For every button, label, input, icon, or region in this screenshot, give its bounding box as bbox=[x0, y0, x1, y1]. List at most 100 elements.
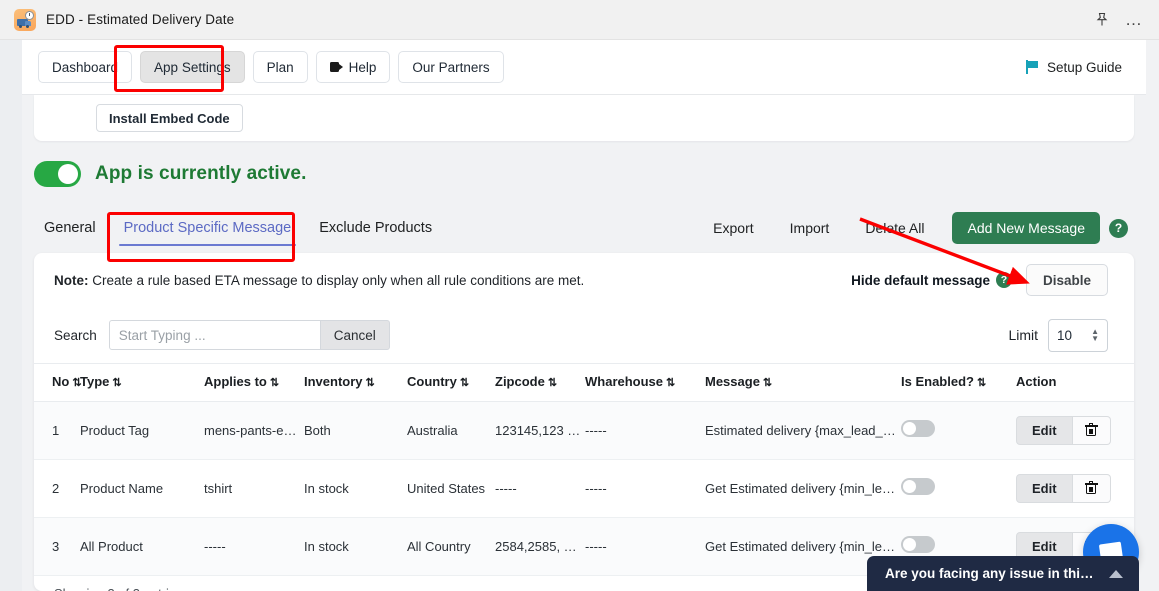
search-label: Search bbox=[54, 327, 97, 343]
nav-label: Our Partners bbox=[412, 59, 490, 75]
cell-country: All Country bbox=[407, 517, 495, 576]
col-applies-to[interactable]: Applies to ⇅ bbox=[204, 363, 304, 402]
col-label: Wharehouse bbox=[585, 374, 664, 389]
app-active-toggle[interactable] bbox=[34, 161, 81, 187]
embed-card: Install Embed Code bbox=[34, 95, 1134, 141]
sort-icon: ⇅ bbox=[666, 377, 675, 389]
row-enable-toggle[interactable] bbox=[901, 478, 935, 496]
tab-product-specific-message[interactable]: Product Specific Message bbox=[114, 216, 302, 246]
search-input[interactable] bbox=[108, 320, 321, 350]
nav-button-app-settings[interactable]: App Settings bbox=[140, 51, 245, 83]
add-new-message-button[interactable]: Add New Message bbox=[952, 212, 1100, 244]
disable-button[interactable]: Disable bbox=[1025, 264, 1108, 296]
chat-prompt-bar[interactable]: Are you facing any issue in thi… bbox=[867, 556, 1139, 591]
tab-label: General bbox=[44, 220, 96, 236]
cancel-search-button[interactable]: Cancel bbox=[319, 320, 390, 350]
cell-country: United States bbox=[407, 459, 495, 518]
window-titlebar: EDD - Estimated Delivery Date … bbox=[0, 0, 1159, 40]
col-label: Message bbox=[705, 374, 760, 389]
delete-button[interactable] bbox=[1072, 415, 1111, 445]
settings-tabs: General Product Specific Message Exclude… bbox=[34, 207, 1134, 249]
col-wharehouse[interactable]: Wharehouse ⇅ bbox=[585, 363, 705, 402]
nav-label: App Settings bbox=[154, 59, 231, 75]
cell-type: Product Name bbox=[80, 459, 204, 518]
limit-group: Limit 10 ▲ ▼ bbox=[1008, 318, 1108, 352]
cell-zipcode: 123145,123 … bbox=[495, 401, 585, 460]
install-embed-code-button[interactable]: Install Embed Code bbox=[96, 104, 243, 132]
col-message[interactable]: Message ⇅ bbox=[705, 363, 901, 402]
sort-icon: ⇅ bbox=[762, 377, 772, 389]
row-enable-toggle[interactable] bbox=[901, 536, 935, 554]
page-body: Dashboard App Settings Plan Help Our Par… bbox=[0, 40, 1159, 591]
edit-button[interactable]: Edit bbox=[1016, 473, 1073, 503]
sort-icon: ⇅ bbox=[112, 377, 121, 389]
cell-zipcode: ----- bbox=[495, 459, 585, 518]
table-head: No ⇅ Type ⇅ Applies to ⇅ Inventory ⇅ Country… bbox=[34, 363, 1134, 402]
sort-icon: ⇅ bbox=[547, 377, 557, 389]
nav-button-our-partners[interactable]: Our Partners bbox=[398, 51, 504, 83]
table-row[interactable]: 1 Product Tag mens-pants-e… Both Austral… bbox=[34, 401, 1134, 460]
delete-button[interactable] bbox=[1072, 473, 1111, 503]
note-prefix: Note: bbox=[54, 272, 89, 288]
more-options-icon[interactable]: … bbox=[1125, 11, 1143, 28]
caret-up-icon[interactable] bbox=[1109, 569, 1123, 578]
table-header-row: No ⇅ Type ⇅ Applies to ⇅ Inventory ⇅ Country… bbox=[34, 363, 1134, 402]
col-type[interactable]: Type ⇅ bbox=[80, 363, 204, 402]
col-inventory[interactable]: Inventory ⇅ bbox=[304, 363, 407, 402]
import-link[interactable]: Import bbox=[772, 220, 848, 236]
messages-panel: Note: Create a rule based ETA message to… bbox=[34, 253, 1134, 591]
edit-button[interactable]: Edit bbox=[1016, 415, 1073, 445]
trash-icon bbox=[1084, 423, 1098, 437]
window-title: EDD - Estimated Delivery Date bbox=[46, 12, 235, 27]
sort-icon: ⇅ bbox=[269, 377, 279, 389]
col-label: Zipcode bbox=[495, 374, 545, 389]
help-icon-label: ? bbox=[1114, 221, 1123, 235]
cell-message: Estimated delivery {max_lead_… bbox=[705, 401, 901, 460]
row-action-group: Edit bbox=[1016, 473, 1111, 503]
app-navbar: Dashboard App Settings Plan Help Our Par… bbox=[22, 40, 1146, 95]
hide-default-message-label: Hide default message bbox=[851, 272, 990, 288]
tab-exclude-products[interactable]: Exclude Products bbox=[309, 216, 442, 240]
col-zipcode[interactable]: Zipcode ⇅ bbox=[495, 363, 585, 402]
cell-no: 1 bbox=[34, 401, 80, 460]
cell-wharehouse: ----- bbox=[585, 459, 705, 518]
table-footer-count: Showing 3 of 3 entries bbox=[54, 586, 183, 591]
nav-label: Plan bbox=[266, 59, 294, 75]
help-icon[interactable]: ? bbox=[1109, 218, 1128, 238]
table-row[interactable]: 2 Product Name tshirt In stock United St… bbox=[34, 459, 1134, 518]
cell-no: 2 bbox=[34, 459, 80, 518]
pin-icon[interactable] bbox=[1095, 12, 1109, 27]
nav-button-dashboard[interactable]: Dashboard bbox=[38, 51, 133, 83]
right-rail bbox=[1146, 40, 1159, 591]
cancel-label: Cancel bbox=[333, 327, 376, 343]
col-country[interactable]: Country ⇅ bbox=[407, 363, 495, 402]
limit-value: 10 bbox=[1057, 327, 1073, 343]
setup-guide-label: Setup Guide bbox=[1046, 59, 1122, 75]
export-link[interactable]: Export bbox=[695, 220, 771, 236]
limit-select[interactable]: 10 ▲ ▼ bbox=[1048, 318, 1108, 352]
cell-applies-to: mens-pants-e… bbox=[204, 401, 304, 460]
row-enable-toggle[interactable] bbox=[901, 420, 935, 438]
hide-default-message-group: Hide default message ? Disable bbox=[851, 264, 1108, 296]
cell-wharehouse: ----- bbox=[585, 517, 705, 576]
add-new-message-label: Add New Message bbox=[967, 220, 1085, 236]
nav-label: Help bbox=[348, 59, 377, 75]
note-body: Create a rule based ETA message to displ… bbox=[92, 272, 585, 288]
col-label: Is Enabled? bbox=[901, 374, 974, 389]
app-status-row: App is currently active. bbox=[34, 161, 306, 187]
delete-all-link[interactable]: Delete All bbox=[847, 220, 942, 236]
col-no[interactable]: No ⇅ bbox=[34, 363, 82, 402]
app-logo-icon bbox=[14, 8, 36, 31]
row-action-group: Edit bbox=[1016, 415, 1111, 445]
tab-label: Product Specific Message bbox=[123, 220, 292, 236]
nav-button-plan[interactable]: Plan bbox=[252, 51, 308, 83]
setup-guide-link[interactable]: Setup Guide bbox=[1025, 59, 1132, 75]
nav-button-help[interactable]: Help bbox=[315, 51, 391, 83]
hide-default-help-icon[interactable]: ? bbox=[995, 272, 1012, 288]
col-is-enabled[interactable]: Is Enabled? ⇅ bbox=[901, 363, 1016, 402]
col-label: Applies to bbox=[204, 374, 267, 389]
table-body: 1 Product Tag mens-pants-e… Both Austral… bbox=[34, 401, 1134, 576]
tab-general[interactable]: General bbox=[34, 216, 106, 240]
content-area: Install Embed Code App is currently acti… bbox=[22, 95, 1146, 591]
cell-no: 3 bbox=[34, 517, 80, 576]
